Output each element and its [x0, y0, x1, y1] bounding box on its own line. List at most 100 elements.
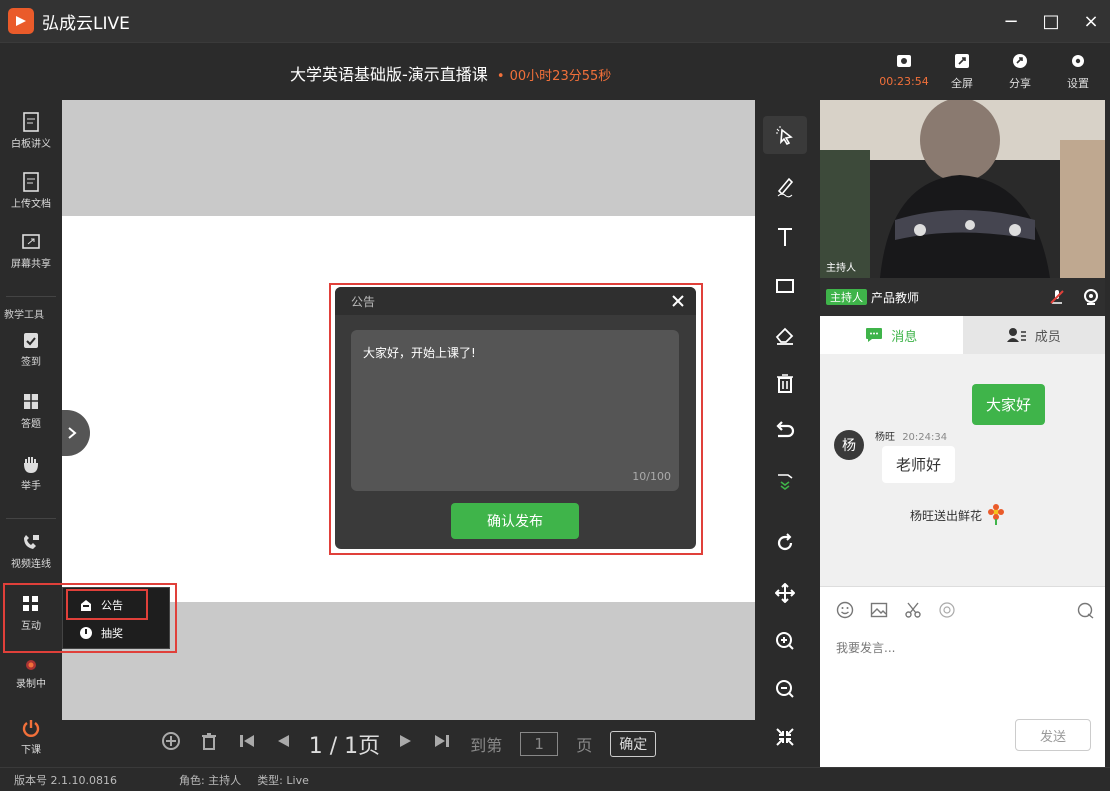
goto-confirm-button[interactable]: 确定 [610, 730, 657, 757]
flower-icon [988, 504, 1005, 525]
sidebar-label: 上传文档 [11, 199, 51, 210]
shrink-icon [776, 728, 794, 746]
highlight-frame [66, 589, 148, 620]
page-indicator: 1 / 1页 [308, 733, 381, 759]
end-class-button[interactable]: 下课 [0, 718, 62, 756]
sidebar-item-quiz[interactable]: 答题 [0, 392, 62, 430]
settings-icon [1070, 51, 1086, 71]
sidebar-item-whiteboard[interactable]: 白板讲义 [0, 112, 62, 150]
zoom-in-tool[interactable] [755, 626, 815, 656]
expand-tools-button[interactable] [755, 466, 815, 496]
message-sender: 杨旺 20:24:34 [875, 428, 947, 443]
close-window-button[interactable]: × [1082, 11, 1100, 32]
delete-page-icon[interactable] [199, 731, 219, 757]
shape-tool[interactable] [755, 272, 815, 302]
settings-button[interactable]: 设置 [1052, 51, 1104, 91]
image-icon[interactable] [870, 601, 888, 619]
sidebar-item-upload-doc[interactable]: 上传文档 [0, 172, 62, 210]
tab-members[interactable]: 成员 [962, 316, 1105, 354]
record-button[interactable]: 00:23:54 [878, 51, 930, 91]
fit-screen-tool[interactable] [755, 722, 815, 752]
share-button[interactable]: 分享 [994, 51, 1046, 91]
menu-item-lottery[interactable]: 抽奖 [67, 620, 123, 646]
chat-icon [866, 328, 883, 342]
gift-text: 杨旺送出鲜花 [910, 508, 983, 523]
add-page-icon[interactable] [161, 731, 181, 757]
history-icon[interactable] [1077, 601, 1095, 619]
char-counter: 10/100 [632, 470, 671, 483]
double-chevron-down-icon [778, 474, 793, 490]
maximize-button[interactable]: □ [1042, 11, 1060, 32]
clear-tool[interactable] [755, 368, 815, 398]
pointer-tool[interactable] [763, 116, 807, 154]
sidebar-label: 举手 [21, 481, 41, 492]
undo-icon [776, 421, 795, 438]
share-icon [1012, 51, 1028, 71]
raise-hand-icon [23, 457, 39, 474]
sidebar-label: 屏幕共享 [11, 259, 51, 270]
minimize-button[interactable]: − [1002, 11, 1020, 32]
window-controls: − □ × [1002, 0, 1100, 42]
sender-name: 杨旺 [875, 432, 895, 443]
notice-textarea[interactable]: 大家好，开始上课了! 10/100 [351, 330, 679, 491]
video-host-label: 主持人 [826, 263, 856, 274]
section-label: 教学工具 [4, 310, 44, 321]
host-video[interactable]: 主持人 [820, 100, 1105, 278]
zoom-out-tool[interactable] [755, 674, 815, 704]
pointer-icon [776, 126, 793, 145]
page-number-input[interactable]: 1 [520, 731, 559, 756]
move-tool[interactable] [755, 578, 815, 608]
prev-page-icon[interactable] [275, 731, 291, 757]
goto-prefix: 到第 [470, 735, 503, 755]
send-button[interactable]: 发送 [1015, 719, 1091, 751]
sidebar-item-screen-share[interactable]: 屏幕共享 [0, 232, 62, 270]
camera-icon[interactable] [1083, 289, 1099, 305]
eraser-tool[interactable] [755, 320, 815, 350]
fullscreen-label: 全屏 [951, 77, 973, 90]
scissors-icon[interactable] [904, 601, 922, 619]
rotate-icon [777, 533, 793, 551]
menu-item-label: 抽奖 [101, 627, 123, 640]
course-title: 大学英语基础版-演示直播课 [290, 65, 488, 84]
tab-label: 成员 [1034, 329, 1061, 345]
close-icon[interactable] [672, 291, 684, 312]
pen-tool[interactable] [755, 172, 815, 202]
fullscreen-button[interactable]: 全屏 [936, 51, 988, 91]
chat-input[interactable]: 我要发言... [836, 639, 895, 656]
gift-notice: 杨旺送出鲜花 [910, 504, 1006, 526]
undo-tool[interactable] [755, 416, 815, 446]
elapsed-time: 00小时23分55秒 [509, 69, 612, 84]
sidebar-label: 签到 [21, 357, 41, 368]
mic-muted-icon[interactable] [1049, 289, 1065, 305]
last-page-icon[interactable] [432, 731, 452, 757]
quiz-icon [24, 394, 38, 409]
video-feed-image [820, 100, 1105, 278]
sidebar-label: 视频连线 [11, 559, 51, 570]
role-text: 角色: 主持人 [178, 773, 242, 787]
sidebar-divider [6, 518, 56, 519]
pen-icon [777, 177, 794, 198]
confirm-publish-button[interactable]: 确认发布 [451, 503, 579, 539]
type-text: 类型: Live [257, 773, 309, 787]
tab-messages[interactable]: 消息 [820, 316, 963, 354]
status-bar: 版本号 2.1.10.0816 角色: 主持人 类型: Live [0, 767, 1110, 791]
sidebar-item-checkin[interactable]: 签到 [0, 330, 62, 368]
app-name: 弘成云LIVE [42, 13, 130, 34]
sidebar-item-raise-hand[interactable]: 举手 [0, 454, 62, 492]
chat-list: 大家好 杨 杨旺 20:24:34 老师好 杨旺送出鲜花 [820, 354, 1105, 586]
first-page-icon[interactable] [237, 731, 257, 757]
gift-send-icon[interactable] [938, 601, 956, 619]
dialog-header: 公告 [335, 287, 696, 315]
eraser-icon [775, 327, 794, 345]
emoji-icon[interactable] [836, 601, 854, 619]
page-navigator: 1 / 1页 到第 1 页 确定 [62, 720, 755, 767]
sidebar-label: 下课 [21, 745, 41, 756]
redo-tool[interactable] [755, 528, 815, 558]
my-message: 大家好 [971, 384, 1045, 425]
sidebar-item-recording[interactable]: 录制中 [0, 658, 62, 690]
header-tools: 00:23:54 全屏 分享 设置 [878, 51, 1104, 91]
text-tool[interactable] [755, 222, 815, 252]
tab-label: 消息 [891, 329, 918, 345]
sidebar-item-video-link[interactable]: 视频连线 [0, 532, 62, 570]
next-page-icon[interactable] [398, 731, 414, 757]
